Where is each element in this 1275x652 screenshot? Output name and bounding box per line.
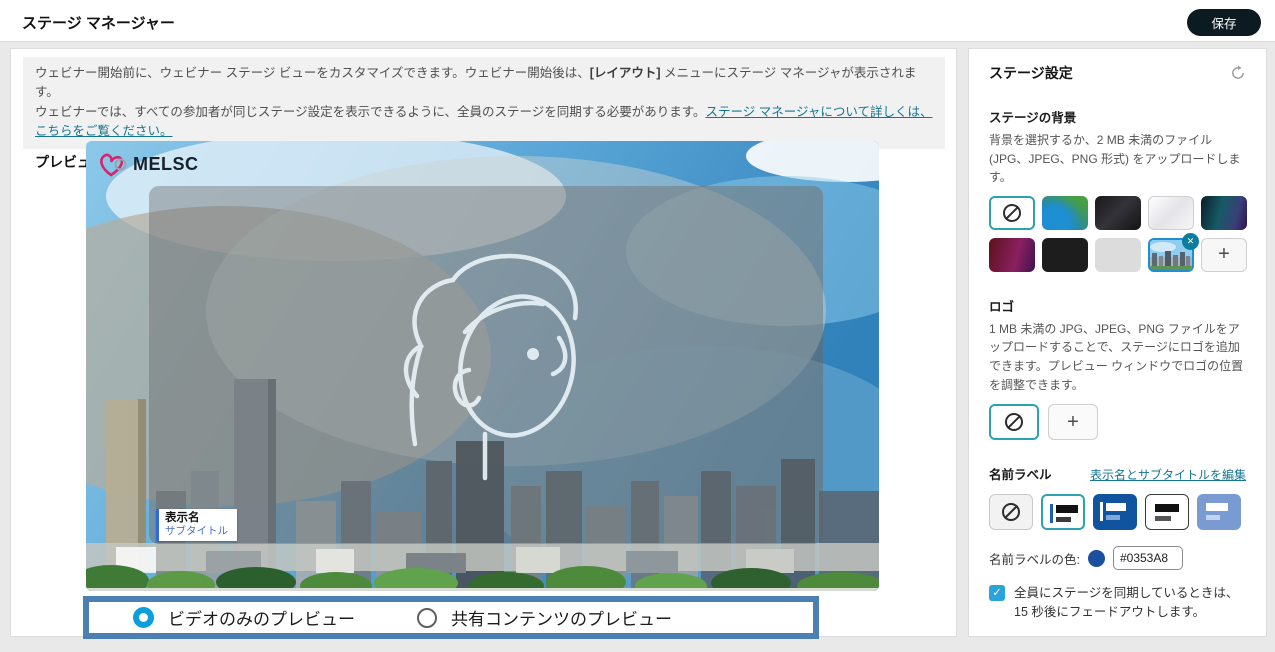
background-option-red-purple[interactable] [989,238,1035,272]
radio-video-only-label: ビデオのみのプレビュー [168,605,355,630]
background-option-none[interactable] [989,196,1035,230]
notice-banner: ウェビナー開始前に、ウェビナー ステージ ビューをカスタマイズできます。ウェビナ… [23,57,945,149]
background-option-light-wave[interactable] [1148,196,1194,230]
name-label-style-options [989,494,1246,530]
background-option-light-gray[interactable] [1095,238,1141,272]
name-label-style-white-plain[interactable] [1145,494,1189,530]
logo-section-title: ロゴ [989,296,1246,315]
name-bar [1206,503,1228,511]
logo-upload-button[interactable]: + [1048,404,1098,440]
name-bar [1155,504,1179,512]
name-label-style-solid-blue[interactable] [1093,494,1137,530]
stage-logo: MELSC [98,151,199,178]
subtitle-bar [1155,516,1171,521]
notice-line2-text: ウェビナーでは、すべての参加者が同じステージ設定を表示できるように、全員のステー… [35,105,706,119]
notice-line1-text: ウェビナー開始前に、ウェビナー ステージ ビューをカスタマイズできます。ウェビナ… [35,66,590,80]
background-section-title: ステージの背景 [989,107,1246,126]
accent-bar [1050,504,1053,523]
background-option-black[interactable] [1042,238,1088,272]
settings-panel-title: ステージ設定 [989,63,1073,83]
name-label-color-swatch[interactable] [1088,550,1105,567]
subtitle-text: サブタイトル [165,525,228,538]
radio-video-only-preview[interactable]: ビデオのみのプレビュー [133,605,355,630]
checkbox-checked-icon[interactable]: ✓ [989,585,1005,601]
stage-preview: MELSC 表示名 サブタイトル [86,141,879,591]
name-label-style-none[interactable] [989,494,1033,530]
plus-icon: + [1218,243,1230,266]
stage-settings-panel: ステージ設定 ステージの背景 背景を選択するか、2 MB 未満のファイル (JP… [968,48,1267,637]
background-option-city-selected[interactable]: ✕ [1148,238,1194,272]
save-button[interactable]: 保存 [1187,9,1261,36]
background-option-dark-multicolor[interactable] [1201,196,1247,230]
preview-panel: ウェビナー開始前に、ウェビナー ステージ ビューをカスタマイズできます。ウェビナ… [10,48,957,637]
subtitle-bar [1106,515,1120,520]
heart-logo-icon [98,151,128,178]
sync-fadeout-label: 全員にステージを同期しているときは、15 秒後にフェードアウトします。 [1014,584,1246,622]
name-label-section-title: 名前ラベル [989,464,1052,483]
sync-fadeout-checkbox-row[interactable]: ✓ 全員にステージを同期しているときは、15 秒後にフェードアウトします。 [989,584,1246,622]
remove-background-icon[interactable]: ✕ [1182,233,1199,250]
face-placeholder-icon [381,246,631,486]
name-bar [1106,503,1126,511]
radio-shared-content-label: 共有コンテンツのプレビュー [451,605,672,630]
background-section-description: 背景を選択するか、2 MB 未満のファイル (JPG、JPEG、PNG 形式) … [989,131,1246,187]
preview-mode-bar: ビデオのみのプレビュー 共有コンテンツのプレビュー [83,596,819,639]
logo-option-none[interactable] [989,404,1039,440]
background-option-blue-green[interactable] [1042,196,1088,230]
display-name-text: 表示名 [165,511,228,525]
radio-unselected-icon [417,608,437,628]
top-bar: ステージ マネージャー 保存 [0,0,1275,42]
name-label-color-label: 名前ラベルの色: [989,549,1080,568]
preview-name-label[interactable]: 表示名 サブタイトル [156,509,237,541]
background-options: ✕ + [989,196,1246,272]
stage-logo-text: MELSC [133,154,199,175]
plus-icon: + [1067,411,1079,434]
none-icon [1005,413,1023,431]
notice-layout-menu-ref: [レイアウト] [590,66,661,80]
subtitle-bar [1056,517,1071,522]
page-title: ステージ マネージャー [22,12,175,33]
subtitle-bar [1206,515,1220,520]
accent-bar [1100,502,1103,521]
refresh-icon[interactable] [1230,65,1246,81]
name-bar [1056,505,1078,513]
name-label-style-accent-bar-selected[interactable] [1041,494,1085,530]
logo-section-description: 1 MB 未満の JPG、JPEG、PNG ファイルをアップロードすることで、ス… [989,320,1246,394]
background-option-dark-wave[interactable] [1095,196,1141,230]
none-icon [1002,503,1020,521]
background-upload-button[interactable]: + [1201,238,1247,272]
name-label-color-input[interactable] [1113,546,1183,570]
radio-shared-content-preview[interactable]: 共有コンテンツのプレビュー [417,605,672,630]
name-label-style-translucent-blue[interactable] [1197,494,1241,530]
none-icon [1003,204,1021,222]
edit-display-name-link[interactable]: 表示名とサブタイトルを編集 [1090,466,1246,483]
logo-options: + [989,404,1246,440]
radio-selected-icon [133,607,154,628]
